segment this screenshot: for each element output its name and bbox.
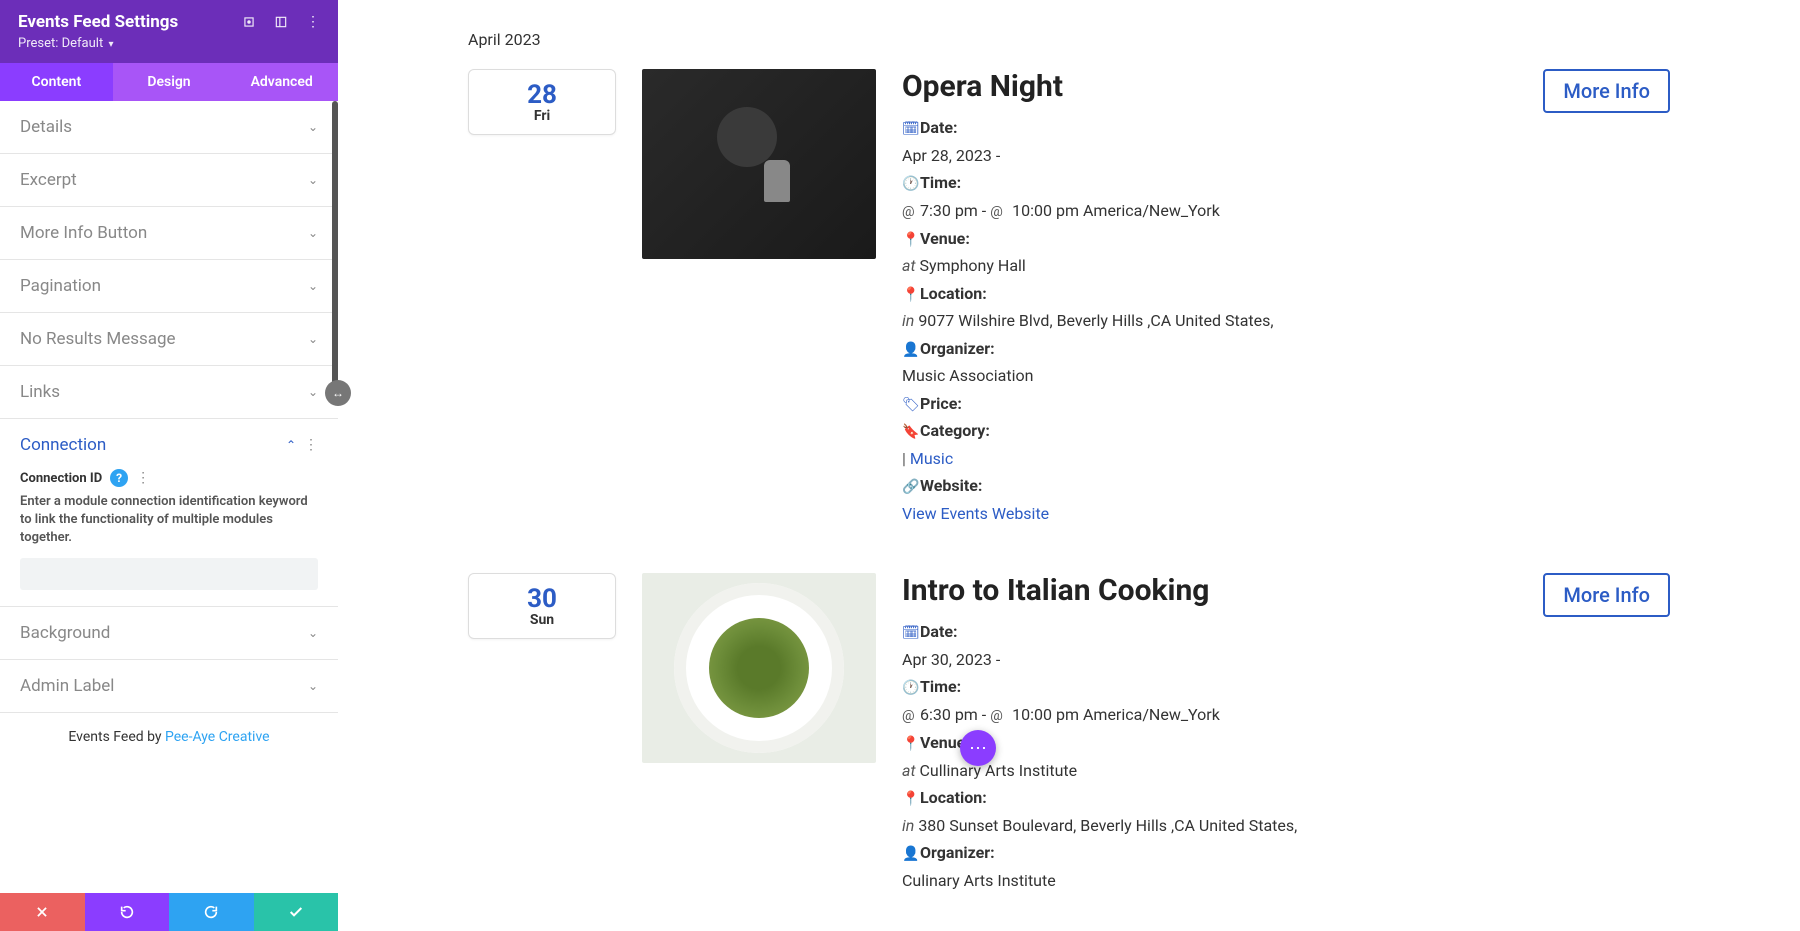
chevron-down-icon: ⌄ xyxy=(308,332,318,346)
date-box: 30 Sun xyxy=(468,573,616,639)
chevron-up-icon[interactable]: ⌃ xyxy=(286,438,296,452)
section-background[interactable]: Background⌄ xyxy=(0,607,338,660)
location-value: in 9077 Wilshire Blvd, Beverly Hills ,CA… xyxy=(902,307,1504,334)
footer-credit-link[interactable]: Pee-Aye Creative xyxy=(165,729,270,745)
panel-title: Events Feed Settings xyxy=(18,12,178,32)
pin-icon: 📍 xyxy=(902,733,916,757)
event-title[interactable]: Intro to Italian Cooking xyxy=(902,573,1504,608)
help-icon[interactable]: ? xyxy=(110,469,128,487)
save-button[interactable] xyxy=(254,893,339,931)
cancel-button[interactable] xyxy=(0,893,85,931)
clock-icon: 🕐 xyxy=(902,173,916,197)
section-more-info-button[interactable]: More Info Button⌄ xyxy=(0,207,338,260)
more-icon[interactable]: ⋮ xyxy=(306,14,320,30)
date-number: 30 xyxy=(527,584,557,614)
event-row: 28 Fri Opera Night 🗓Date: Apr 28, 2023 -… xyxy=(468,69,1670,527)
chevron-down-icon: ⌄ xyxy=(308,173,318,187)
chevron-down-icon: ⌄ xyxy=(308,385,318,399)
preset-dropdown[interactable]: Preset: Default ▾ xyxy=(18,36,320,51)
calendar-icon: 🗓 xyxy=(902,118,916,142)
section-pagination[interactable]: Pagination⌄ xyxy=(0,260,338,313)
section-no-results[interactable]: No Results Message⌄ xyxy=(0,313,338,366)
section-details[interactable]: Details⌄ xyxy=(0,101,338,154)
chevron-down-icon: ⌄ xyxy=(308,120,318,134)
bookmark-icon: 🔖 xyxy=(902,421,916,445)
tab-advanced[interactable]: Advanced xyxy=(225,63,338,101)
tab-design[interactable]: Design xyxy=(113,63,226,101)
section-connection: Connection ⌃ ⋮ Connection ID ? ⋮ Enter a… xyxy=(0,419,338,607)
category-value: | Music xyxy=(902,445,1504,472)
footer-credit: Events Feed by Pee-Aye Creative xyxy=(0,713,338,761)
category-link[interactable]: Music xyxy=(910,449,953,468)
panel-layout-icon[interactable] xyxy=(274,15,288,29)
connection-id-input[interactable] xyxy=(20,558,318,590)
chevron-down-icon: ⌄ xyxy=(308,679,318,693)
website-link[interactable]: View Events Website xyxy=(902,504,1049,523)
event-row: 30 Sun Intro to Italian Cooking 🗓Date: A… xyxy=(468,573,1670,894)
calendar-icon: 🗓 xyxy=(902,622,916,646)
date-value: Apr 30, 2023 - xyxy=(902,646,1504,673)
event-title[interactable]: Opera Night xyxy=(902,69,1504,104)
tab-content[interactable]: Content xyxy=(0,63,113,101)
event-image[interactable] xyxy=(642,69,876,259)
expand-icon[interactable] xyxy=(242,15,256,29)
section-connection-title[interactable]: Connection xyxy=(20,435,106,455)
scrollbar-thumb[interactable] xyxy=(332,101,338,401)
date-value: Apr 28, 2023 - xyxy=(902,142,1504,169)
chevron-down-icon: ⌄ xyxy=(308,279,318,293)
resize-handle[interactable]: ↔ xyxy=(325,380,351,406)
time-value: @7:30 pm - @ 10:00 pm America/New_York xyxy=(902,197,1504,225)
user-icon: 👤 xyxy=(902,339,916,363)
date-number: 28 xyxy=(527,80,557,110)
event-image[interactable] xyxy=(642,573,876,763)
clock-icon: 🕐 xyxy=(902,677,916,701)
connection-id-desc: Enter a module connection identification… xyxy=(20,493,318,548)
chevron-down-icon: ⌄ xyxy=(308,626,318,640)
organizer-value: Music Association xyxy=(902,362,1504,389)
pin-icon: 📍 xyxy=(902,788,916,812)
pin-icon: 📍 xyxy=(902,229,916,253)
chevron-down-icon: ⌄ xyxy=(308,226,318,240)
date-day: Fri xyxy=(534,108,550,124)
month-heading: April 2023 xyxy=(468,30,1670,49)
venue-value: at Symphony Hall xyxy=(902,252,1504,279)
more-info-button[interactable]: More Info xyxy=(1543,69,1670,113)
time-value: @6:30 pm - @ 10:00 pm America/New_York xyxy=(902,701,1504,729)
section-links[interactable]: Links⌄ xyxy=(0,366,338,419)
tag-icon: 🏷 xyxy=(902,394,916,418)
link-icon: 🔗 xyxy=(902,476,916,500)
undo-button[interactable] xyxy=(85,893,170,931)
venue-value: at Cullinary Arts Institute xyxy=(902,757,1504,784)
redo-button[interactable] xyxy=(169,893,254,931)
connection-id-label: Connection ID xyxy=(20,471,102,486)
more-info-button[interactable]: More Info xyxy=(1543,573,1670,617)
organizer-value: Culinary Arts Institute xyxy=(902,867,1504,894)
section-excerpt[interactable]: Excerpt⌄ xyxy=(0,154,338,207)
user-icon: 👤 xyxy=(902,843,916,867)
date-day: Sun xyxy=(530,612,554,628)
location-value: in 380 Sunset Boulevard, Beverly Hills ,… xyxy=(902,812,1504,839)
date-box: 28 Fri xyxy=(468,69,616,135)
floating-action-button[interactable]: ⋯ xyxy=(960,730,996,766)
pin-icon: 📍 xyxy=(902,284,916,308)
section-admin-label[interactable]: Admin Label⌄ xyxy=(0,660,338,713)
